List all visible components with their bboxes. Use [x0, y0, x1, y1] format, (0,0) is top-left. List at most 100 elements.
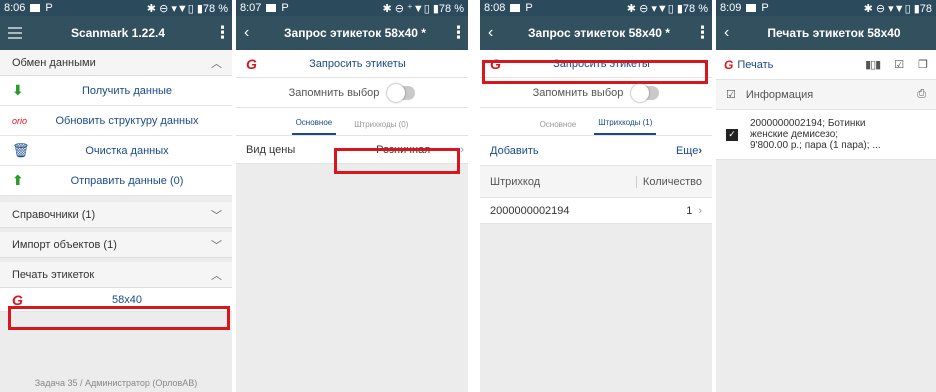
section-exchange[interactable]: Обмен данными ︿: [0, 50, 232, 76]
info-header-row: ☑ Информация ⎙: [716, 80, 936, 110]
footer-text: Задача 35 / Администратор (ОрловАВ): [34, 378, 198, 388]
status-bar: 8:06 P ✱ ⊖ ▾▼▯ ▮78 %: [0, 0, 232, 16]
orio-logo-icon: orio: [12, 115, 28, 126]
download-icon: ⬇: [12, 82, 24, 98]
menu-item-label: Отправить данные (0): [70, 174, 184, 187]
highlight-box: [8, 306, 230, 330]
info-header-label: Информация: [745, 88, 814, 101]
copy-icon[interactable]: ❐: [918, 58, 928, 71]
gallery-icon: [746, 4, 757, 12]
cell-barcode: 2000000002194: [490, 204, 570, 217]
menu-item-label: Получить данные: [81, 84, 173, 97]
status-time: 8:07: [240, 2, 262, 14]
gallery-icon: [266, 4, 277, 12]
app-title: Scanmark 1.22.4: [70, 26, 166, 40]
chevron-up-icon: ︿: [211, 269, 222, 282]
list-item[interactable]: ✓ 2000000002194; Ботинки женские демисез…: [716, 110, 936, 160]
section-print-labels[interactable]: Печать этикеток ︿: [0, 262, 232, 288]
menu-item-label: Очистка данных: [85, 144, 169, 157]
item-line-1: 2000000002194; Ботинки: [750, 118, 866, 129]
barcode-icon[interactable]: ▮▯▮: [865, 58, 881, 71]
gallery-icon: [510, 4, 521, 12]
screen-request-barcodes: 8:08 P ✱ ⊖ ▾▼▯ ▮78 % ‹ Запрос этикеток 58…: [480, 0, 712, 392]
back-arrow-icon[interactable]: ‹: [724, 24, 740, 42]
status-bar: 8:08 P ✱ ⊖ ▾▼▯ ▮78 %: [480, 0, 712, 16]
section-references[interactable]: Справочники (1) ﹀: [0, 202, 232, 228]
printer-icon[interactable]: ⎙: [917, 88, 926, 101]
menu-item-send-data[interactable]: ⬆ Отправить данные (0): [0, 166, 232, 196]
status-time: 8:09: [720, 2, 742, 14]
screen-print-labels: 8:09 P ✱ ⊖ ▾▼▯ ▮78 ‹ Печать этикеток 58x4…: [716, 0, 936, 392]
item-info: 2000000002194; Ботинки женские демисезо;…: [750, 118, 881, 151]
app-title: Печать этикеток 58x40: [767, 26, 901, 40]
app-bar: Scanmark 1.22.4 ⋮: [0, 16, 232, 50]
add-button[interactable]: Добавить: [490, 145, 676, 157]
status-right: ✱ ⊖ ⁺▼▯ ▮78 %: [382, 2, 464, 15]
table-row[interactable]: 2000000002194 1 ›: [480, 198, 712, 224]
status-right: ✱ ⊖ ▾▼▯ ▮78: [863, 2, 932, 15]
gallery-icon: [30, 4, 41, 12]
highlight-box: [334, 148, 460, 174]
tab-barcodes[interactable]: Штрихкоды (1): [594, 118, 657, 135]
item-line-2: женские демисезо;: [750, 129, 839, 140]
chevron-up-icon: ︿: [211, 57, 222, 70]
app-title: Запрос этикеток 58x40 *: [284, 26, 426, 40]
cell-quantity: 1: [686, 204, 693, 217]
remember-choice-label: Запомнить выбор: [532, 86, 624, 99]
tab-barcodes[interactable]: Штрихкоды (0): [350, 120, 412, 135]
section-label: Импорт объектов (1): [12, 238, 117, 251]
status-time: 8:06: [4, 2, 26, 14]
tab-bar: Основное Штрихкоды (0): [236, 108, 468, 136]
upload-icon: ⬆: [12, 172, 24, 188]
print-toolbar: G Печать ▮▯▮ ☑ ❐: [716, 50, 936, 80]
back-arrow-icon[interactable]: ‹: [244, 24, 260, 42]
column-header-quantity: Количество: [635, 175, 702, 188]
status-bar: 8:07 P ✱ ⊖ ⁺▼▯ ▮78 %: [236, 0, 468, 16]
screen-main-menu: 8:06 P ✱ ⊖ ▾▼▯ ▮78 % Scanmark 1.22.4 ⋮ Об…: [0, 0, 232, 392]
request-labels-button[interactable]: G Запросить этикеты: [236, 50, 468, 78]
chevron-down-icon: ﹀: [211, 209, 222, 222]
hamburger-icon[interactable]: [8, 27, 22, 39]
app-bar: ‹ Запрос этикеток 58x40 * ⋮: [480, 16, 712, 50]
chevron-right-icon: ›: [460, 143, 464, 156]
section-import[interactable]: Импорт объектов (1) ﹀: [0, 232, 232, 258]
remember-choice-toggle[interactable]: [387, 83, 416, 102]
screen-request-main: 8:07 P ✱ ⊖ ⁺▼▯ ▮78 % ‹ Запрос этикеток 58…: [236, 0, 468, 392]
section-label: Обмен данными: [12, 56, 96, 69]
table-header: Штрихкод Количество: [480, 166, 712, 198]
menu-item-label: 58x40: [112, 293, 142, 306]
tab-main[interactable]: Основное: [291, 118, 337, 135]
remember-choice-row: Запомнить выбор: [236, 78, 468, 108]
column-header-barcode: Штрихкод: [490, 175, 541, 188]
chevron-right-icon: ›: [698, 204, 702, 217]
kebab-menu-icon[interactable]: ⋮: [694, 23, 711, 43]
tab-main[interactable]: Основное: [536, 120, 581, 135]
orio-g-icon: G: [724, 57, 734, 72]
section-label: Печать этикеток: [12, 268, 95, 281]
print-button[interactable]: Печать: [737, 59, 865, 71]
chevron-right-icon: ›: [698, 144, 702, 157]
app-title: Запрос этикеток 58x40 *: [528, 26, 670, 40]
p-icon: P: [761, 2, 769, 14]
section-label: Справочники (1): [12, 208, 96, 221]
trash-icon: 🗑: [12, 142, 30, 158]
kebab-menu-icon[interactable]: ⋮: [214, 23, 231, 43]
menu-item-update-structure[interactable]: orio Обновить структуру данных: [0, 106, 232, 136]
remember-choice-label: Запомнить выбор: [288, 86, 380, 99]
chevron-down-icon: ﹀: [211, 239, 222, 252]
check-edit-icon[interactable]: ☑: [894, 58, 904, 71]
menu-item-get-data[interactable]: ⬇ Получить данные: [0, 76, 232, 106]
remember-choice-toggle[interactable]: [631, 83, 660, 102]
status-right: ✱ ⊖ ▾▼▯ ▮78 %: [626, 2, 708, 15]
more-button[interactable]: Еще: [676, 145, 698, 157]
item-checkbox[interactable]: ✓: [726, 128, 738, 141]
menu-item-label: Обновить структуру данных: [55, 114, 199, 127]
kebab-menu-icon[interactable]: ⋮: [450, 23, 467, 43]
back-arrow-icon[interactable]: ‹: [488, 24, 504, 42]
app-bar: ‹ Запрос этикеток 58x40 * ⋮: [236, 16, 468, 50]
select-all-icon[interactable]: ☑: [726, 88, 736, 101]
orio-g-icon: G: [246, 55, 257, 72]
request-labels-label: Запросить этикеты: [309, 57, 406, 70]
menu-item-clear-data[interactable]: 🗑 Очистка данных: [0, 136, 232, 166]
status-time: 8:08: [484, 2, 506, 14]
